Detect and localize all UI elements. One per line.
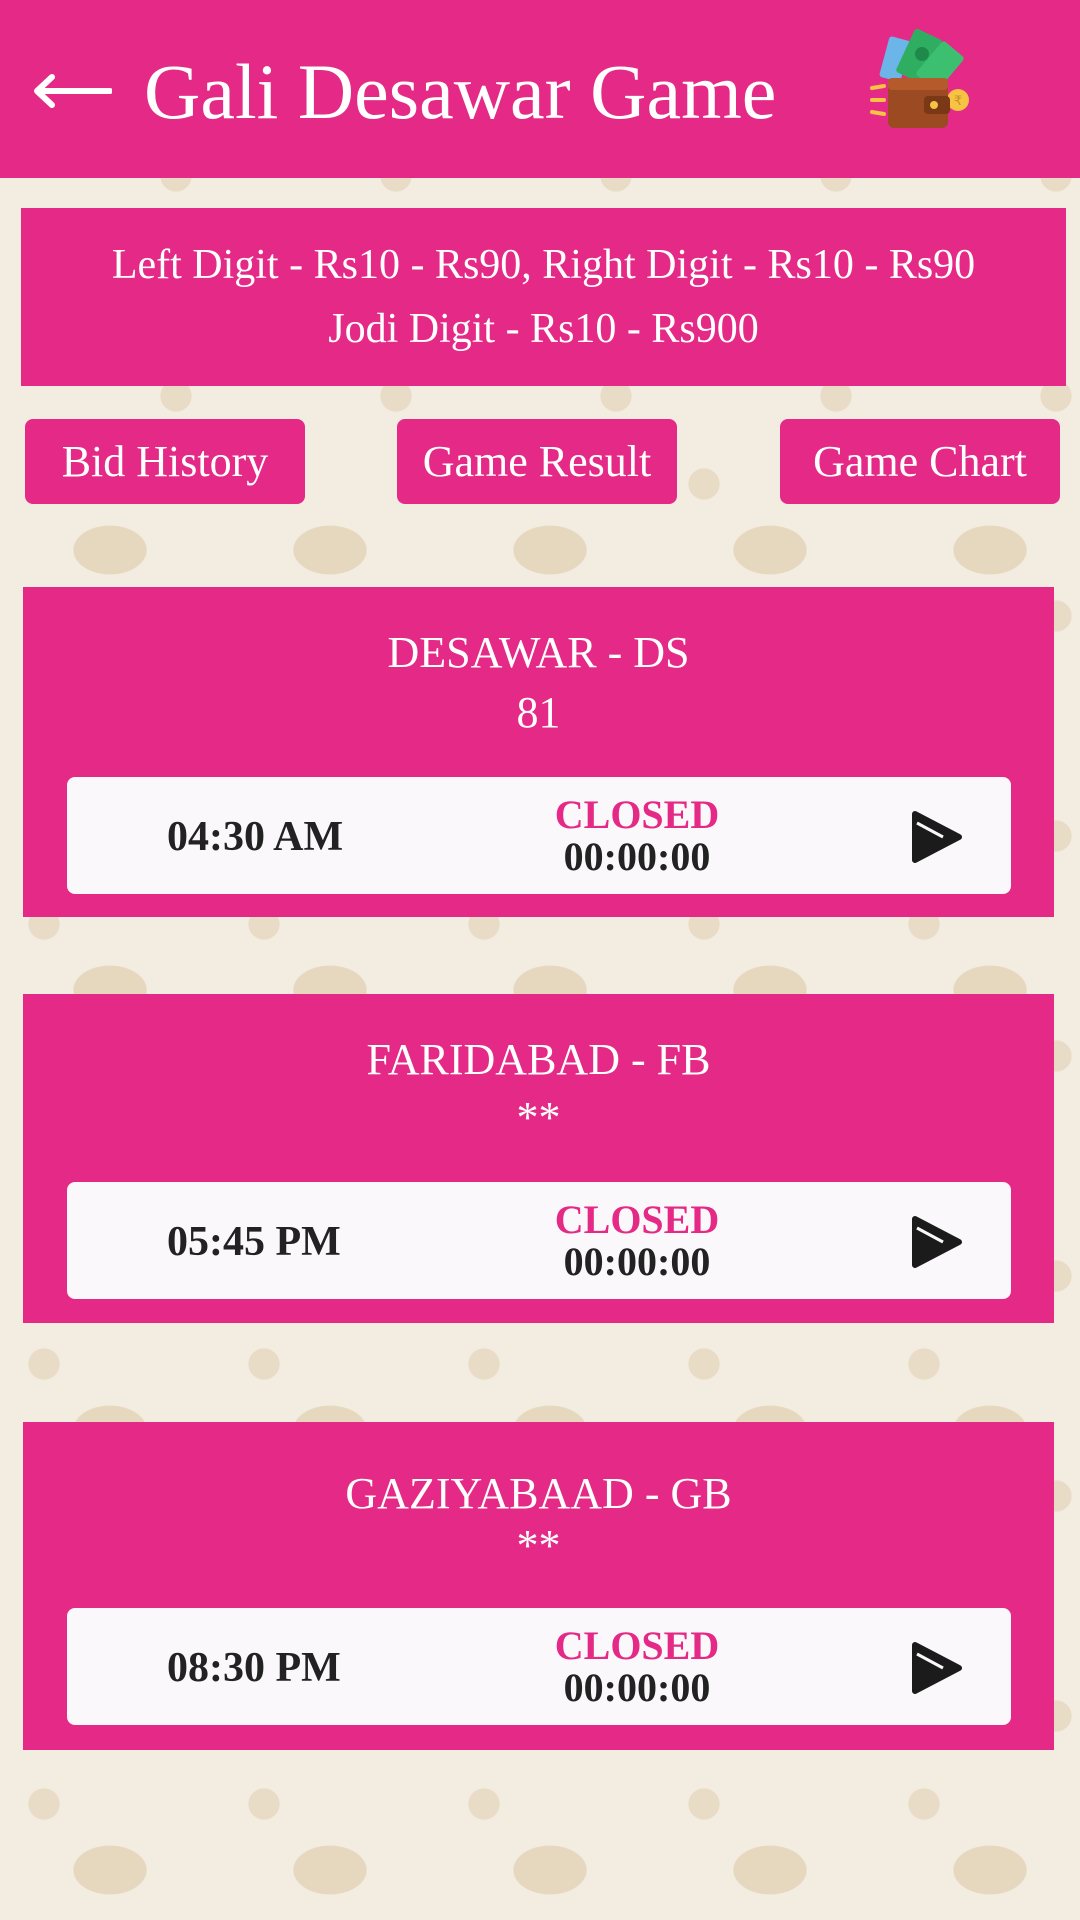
play-icon[interactable]	[909, 809, 965, 865]
play-icon[interactable]	[909, 1640, 965, 1696]
status-badge: CLOSED	[554, 792, 720, 837]
countdown-timer: 00:00:00	[563, 834, 711, 879]
rates-line-2: Jodi Digit - Rs10 - Rs900	[328, 306, 759, 352]
app-header: Gali Desawar Game ₹	[0, 0, 1080, 178]
game-chart-button[interactable]: Game Chart	[780, 419, 1060, 504]
countdown-timer: 00:00:00	[563, 1665, 711, 1710]
arrow-left-icon[interactable]	[34, 74, 112, 108]
game-result: 81	[516, 688, 561, 737]
game-result: **	[516, 1093, 561, 1142]
game-result-button[interactable]: Game Result	[397, 419, 677, 504]
game-row[interactable]: 05:45 PM CLOSED 00:00:00	[67, 1182, 1011, 1299]
game-time: 05:45 PM	[167, 1219, 341, 1265]
game-card-desawar: DESAWAR - DS 81 04:30 AM CLOSED 00:00:00	[23, 587, 1054, 917]
game-name: DESAWAR - DS	[387, 628, 690, 677]
game-result: **	[516, 1521, 561, 1570]
countdown-timer: 00:00:00	[563, 1239, 711, 1284]
bid-history-button[interactable]: Bid History	[25, 419, 305, 504]
rates-line-1: Left Digit - Rs10 - Rs90, Right Digit - …	[111, 242, 976, 288]
game-row[interactable]: 04:30 AM CLOSED 00:00:00	[67, 777, 1011, 894]
game-row[interactable]: 08:30 PM CLOSED 00:00:00	[67, 1608, 1011, 1725]
game-time: 04:30 AM	[167, 814, 344, 860]
svg-text:₹: ₹	[954, 94, 962, 109]
game-time: 08:30 PM	[167, 1645, 341, 1691]
page-title: Gali Desawar Game	[144, 48, 777, 135]
game-name: GAZIYABAAD - GB	[345, 1469, 732, 1518]
rates-banner: Left Digit - Rs10 - Rs90, Right Digit - …	[21, 208, 1066, 386]
play-icon[interactable]	[909, 1214, 965, 1270]
game-name: FARIDABAD - FB	[366, 1035, 711, 1084]
status-badge: CLOSED	[554, 1197, 720, 1242]
game-card-faridabad: FARIDABAD - FB ** 05:45 PM CLOSED 00:00:…	[23, 994, 1054, 1323]
wallet-icon[interactable]: ₹	[870, 24, 982, 136]
status-badge: CLOSED	[554, 1623, 720, 1668]
game-card-gaziyabaad: GAZIYABAAD - GB ** 08:30 PM CLOSED 00:00…	[23, 1422, 1054, 1750]
